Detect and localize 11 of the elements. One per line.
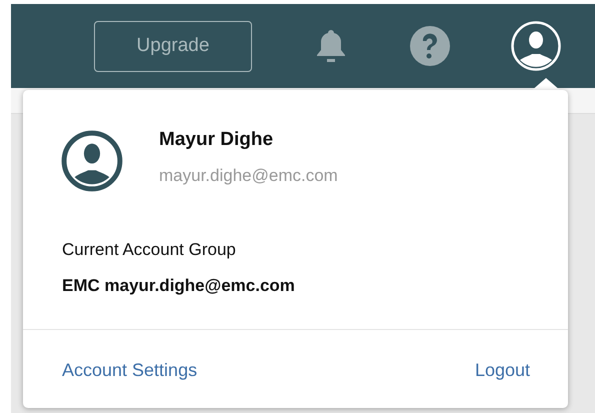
avatar-icon bbox=[61, 130, 123, 192]
group-value: EMC mayur.dighe@emc.com bbox=[62, 274, 296, 297]
settings-link[interactable]: Account Settings bbox=[62, 357, 198, 384]
avatar-icon[interactable] bbox=[511, 21, 561, 71]
upgrade-button[interactable]: Upgrade bbox=[94, 20, 252, 72]
logout-link[interactable]: Logout bbox=[474, 357, 530, 384]
bell-icon[interactable] bbox=[315, 28, 347, 64]
group-label: Current Account Group bbox=[62, 239, 237, 261]
user-name: Mayur Dighe bbox=[159, 128, 274, 152]
user-email: mayur.dighe@emc.com bbox=[159, 164, 338, 186]
help-icon[interactable] bbox=[410, 26, 450, 66]
